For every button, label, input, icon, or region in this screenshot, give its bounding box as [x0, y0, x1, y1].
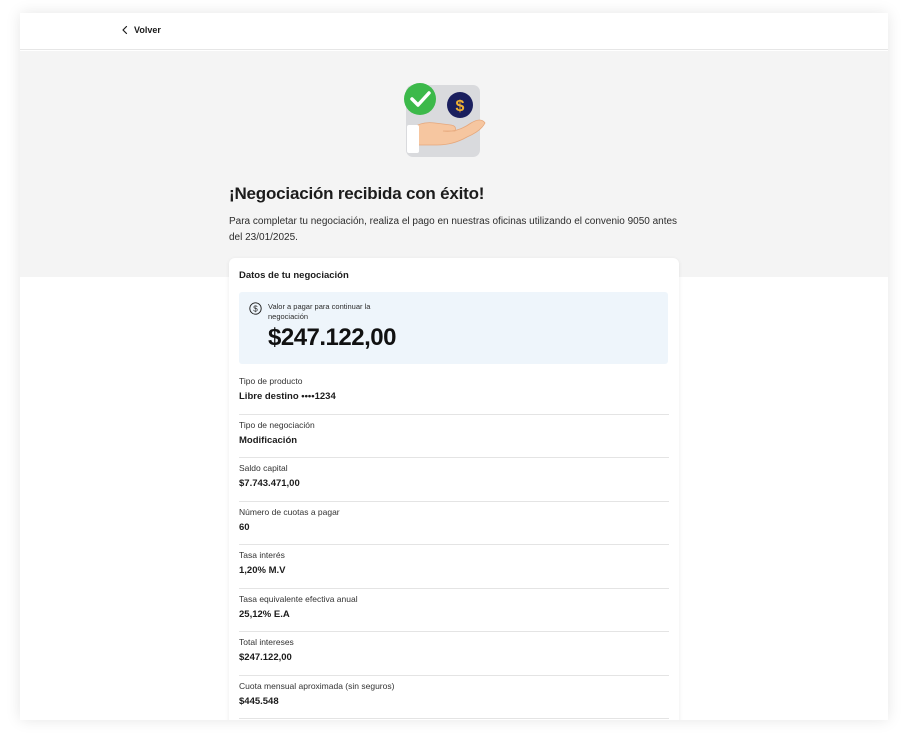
detail-row-capital-balance: Saldo capital $7.743.471,00 — [239, 458, 669, 502]
detail-row-product-type: Tipo de producto Libre destino ••••1234 — [239, 371, 669, 415]
detail-row-negotiation-type: Tipo de negociación Modificación — [239, 415, 669, 458]
detail-value: 1,20% M.V — [239, 565, 286, 576]
detail-value: Libre destino ••••1234 — [239, 391, 336, 402]
chevron-left-icon — [122, 25, 128, 35]
svg-text:$: $ — [456, 98, 465, 115]
detail-label: Número de cuotas a pagar — [239, 506, 340, 517]
detail-list: Tipo de producto Libre destino ••••1234 … — [239, 371, 669, 719]
detail-value: 60 — [239, 521, 250, 533]
page-title: ¡Negociación recibida con éxito! — [229, 184, 485, 203]
detail-row-total-interest: Total intereses $247.122,00 — [239, 632, 669, 676]
top-bar: Volver — [20, 13, 888, 50]
payment-amount: $247.122,00 — [268, 324, 396, 351]
card-title: Datos de tu negociación — [239, 270, 349, 281]
detail-row-installments: Número de cuotas a pagar 60 — [239, 502, 669, 545]
back-button[interactable]: Volver — [121, 25, 161, 35]
detail-value: 25,12% E.A — [239, 608, 290, 620]
detail-label: Tasa interés — [239, 550, 285, 560]
detail-label: Cuota mensual aproximada (sin seguros) — [239, 680, 395, 691]
success-payment-illustration: $ — [404, 83, 486, 157]
check-circle-icon — [404, 83, 436, 115]
page-subtitle: Para completar tu negociación, realiza e… — [229, 216, 678, 243]
payment-label: Valor a pagar para continuar la negociac… — [268, 302, 371, 321]
detail-label: Total intereses — [239, 637, 294, 647]
dollar-coin-icon: $ — [447, 92, 473, 118]
svg-text:$: $ — [253, 304, 258, 313]
detail-value: $445.548 — [239, 695, 279, 707]
detail-label: Tasa equivalente efectiva anual — [239, 593, 358, 604]
detail-label: Saldo capital — [239, 463, 288, 473]
payment-summary: $ Valor a pagar para continuar la negoci… — [239, 292, 668, 364]
app-window: Volver $ ¡Negociación recibida con éxito… — [20, 13, 888, 720]
dollar-circle-icon: $ — [249, 302, 262, 315]
detail-label: Tipo de producto — [239, 376, 303, 386]
detail-value: $247.122,00 — [239, 652, 292, 663]
detail-value: $7.743.471,00 — [239, 478, 300, 489]
detail-row-interest-rate: Tasa interés 1,20% M.V — [239, 545, 669, 589]
negotiation-card: Datos de tu negociación $ Valor a pagar … — [229, 258, 679, 720]
detail-value: Modificación — [239, 434, 298, 446]
back-label: Volver — [134, 25, 161, 35]
detail-row-annual-rate: Tasa equivalente efectiva anual 25,12% E… — [239, 589, 669, 632]
detail-label: Tipo de negociación — [239, 419, 315, 430]
detail-row-monthly-payment: Cuota mensual aproximada (sin seguros) $… — [239, 676, 669, 719]
